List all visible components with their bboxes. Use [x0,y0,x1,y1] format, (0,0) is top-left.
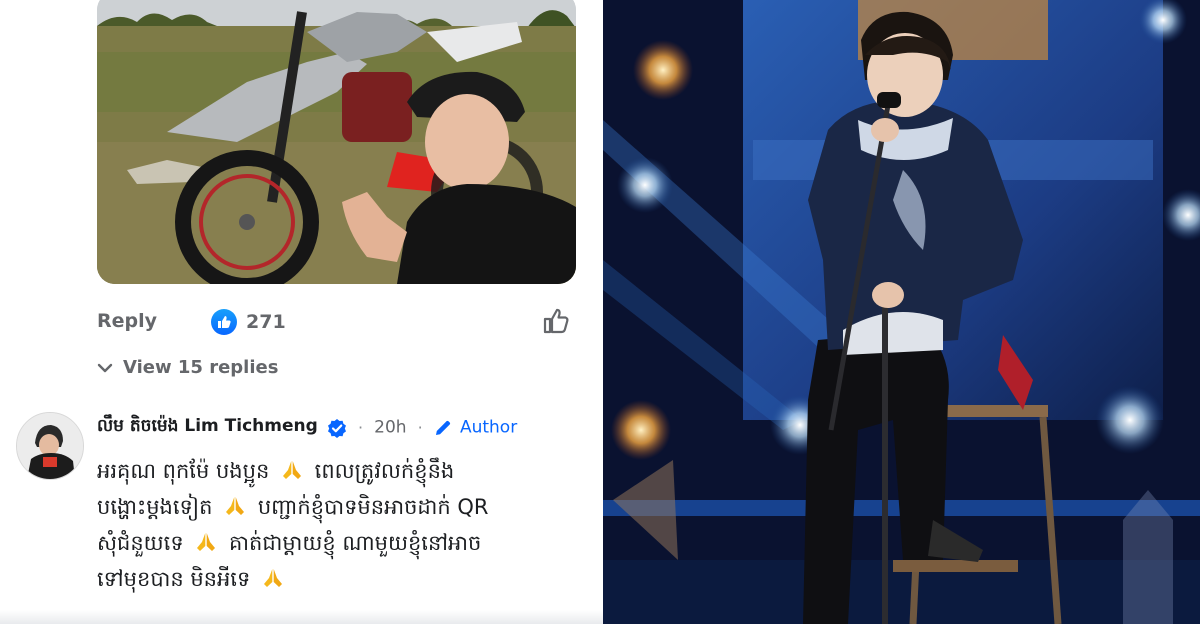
author-badge: Author [459,417,518,438]
comment-text-segment: គាត់ជាម្តាយខ្ញុំ ណាមួយខ្ញុំនៅអាច [229,531,482,555]
verified-badge-icon [327,418,346,438]
chevron-down-icon [97,363,113,373]
folded-hands-icon [226,497,245,515]
comment-line: អរគុណ ពុកម៉ែ បងប្អូន ពេលត្រូវលក់ខ្ញុំនឹង [97,453,587,489]
comment-text-segment: អរគុណ ពុកម៉ែ បងប្អូន [97,459,270,483]
reply-button[interactable]: Reply [97,310,157,332]
thumbs-up-icon [211,309,237,335]
avatar[interactable] [16,412,84,480]
separator-dot: · [357,418,364,437]
comment-line: សុំជំនួយទេ គាត់ជាម្តាយខ្ញុំ ណាមួយខ្ញុំនៅ… [97,525,587,561]
folded-hands-icon [282,461,301,479]
comment-author-name[interactable]: លឹម តិចម៉េង Lim Tichmeng [97,416,318,436]
comment-line: ទៅមុខបាន មិនអីទេ [97,561,587,597]
comment-header: លឹម តិចម៉េង Lim Tichmeng · 20h · Author [97,415,517,443]
comment-text-segment: បង្ហោះម្តងទៀត [97,495,213,519]
comment-action-row: Reply 271 [97,306,573,338]
comment-thread-panel: Reply 271 View 15 replies លឹម តិចម៉េង Li… [0,0,603,624]
comment-timestamp[interactable]: 20h [374,418,406,438]
separator-dot: · [417,418,423,437]
thumbs-up-outline-icon[interactable] [541,306,571,336]
comment-text-segment: ទៅមុខបាន មិនអីទេ [97,567,251,591]
pencil-icon [435,420,450,435]
comment-text: អរគុណ ពុកម៉ែ បងប្អូន ពេលត្រូវលក់ខ្ញុំនឹង… [97,453,587,597]
like-count: 271 [246,311,286,333]
comment-text-segment: បញ្ជាក់ខ្ញុំបាទមិនអាចដាក់ QR [257,495,489,519]
view-replies-label: View 15 replies [123,357,279,378]
folded-hands-icon [197,533,216,551]
comment-text-segment: សុំជំនួយទេ [97,531,184,555]
folded-hands-icon [264,569,282,587]
concert-photo [603,0,1200,624]
comment-line: បង្ហោះម្តងទៀត បញ្ជាក់ខ្ញុំបាទមិនអាចដាក់ … [97,489,587,525]
comment-text-segment: ពេលត្រូវលក់ខ្ញុំនឹង [314,459,455,483]
bottom-fade [0,610,603,624]
comment-photo-motorbike[interactable] [97,0,576,284]
